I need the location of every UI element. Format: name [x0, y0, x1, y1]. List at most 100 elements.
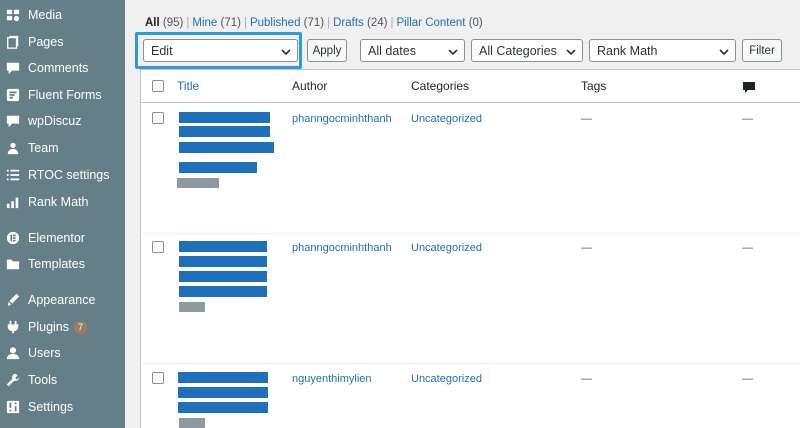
post-title-redacted[interactable]: [178, 372, 268, 383]
post-category-link[interactable]: Uncategorized: [411, 113, 482, 125]
filter-separator: |: [186, 17, 190, 29]
column-categories: Categories: [411, 79, 470, 93]
sidebar-item-label: Users: [28, 346, 61, 360]
appearance-icon: [6, 293, 20, 307]
dates-select[interactable]: All dates: [360, 39, 465, 62]
post-category-link[interactable]: Uncategorized: [411, 242, 482, 254]
team-icon: [6, 141, 20, 155]
chevron-down-icon: [566, 46, 576, 56]
post-author-link[interactable]: phanngocminhthanh: [292, 113, 392, 125]
admin-sidebar: Media Pages Comments Fluent Forms wpDisc…: [0, 0, 125, 428]
select-all-checkbox[interactable]: [152, 80, 164, 92]
sidebar-item-wpdiscuz[interactable]: wpDiscuz: [0, 108, 125, 134]
main-content: All (95) | Mine (71) | Published (71) | Drafts…: [125, 0, 800, 428]
filter-button[interactable]: Filter: [742, 39, 782, 62]
post-comments-empty: —: [742, 242, 753, 254]
sidebar-item-label: Fluent Forms: [28, 88, 102, 102]
post-title-redacted[interactable]: [179, 286, 267, 297]
sidebar-item-label: Comments: [28, 61, 89, 75]
sidebar-item-label: Team: [28, 141, 59, 155]
post-author-link[interactable]: nguyenthimylien: [292, 373, 372, 385]
sidebar-item-elementor[interactable]: Elementor: [0, 225, 125, 251]
post-status-redacted: [179, 418, 205, 428]
sidebar-item-appearance[interactable]: Appearance: [0, 287, 125, 313]
sidebar-item-rank-math[interactable]: Rank Math: [0, 189, 125, 215]
users-icon: [6, 346, 20, 360]
fluent-forms-icon: [6, 88, 20, 102]
post-comments-empty: —: [742, 113, 753, 125]
folder-icon: [6, 257, 20, 271]
sidebar-item-label: Rank Math: [28, 195, 89, 209]
sidebar-item-settings[interactable]: Settings: [0, 394, 125, 420]
filter-label: Pillar Content: [396, 17, 466, 29]
categories-select[interactable]: All Categories: [471, 39, 583, 62]
sidebar-item-label: RTOC settings: [28, 168, 110, 182]
sidebar-item-fluent-forms[interactable]: Fluent Forms: [0, 82, 125, 108]
filter-all[interactable]: All (95): [145, 17, 183, 29]
bulk-action-value: Edit: [151, 43, 173, 58]
wpdiscuz-icon: [6, 114, 20, 128]
filter-label: Mine: [192, 17, 218, 29]
tools-icon: [6, 373, 20, 387]
list-icon: [6, 168, 20, 182]
filter-count: (71): [220, 17, 241, 29]
filter-pillar-content[interactable]: Pillar Content (0): [396, 17, 482, 29]
filter-drafts[interactable]: Drafts (24): [333, 17, 387, 29]
column-author: Author: [292, 79, 328, 93]
post-comments-empty: —: [742, 373, 753, 385]
sidebar-item-tools[interactable]: Tools: [0, 367, 125, 393]
post-title-redacted[interactable]: [179, 256, 267, 267]
post-status-redacted: [177, 178, 219, 188]
post-title-redacted[interactable]: [178, 387, 268, 398]
filter-count: (71): [303, 17, 325, 29]
sidebar-item-label: wpDiscuz: [28, 114, 82, 128]
post-title-redacted[interactable]: [179, 162, 257, 173]
elementor-icon: [6, 231, 20, 245]
chevron-down-icon: [448, 46, 458, 56]
row-checkbox[interactable]: [152, 241, 164, 253]
post-category-link[interactable]: Uncategorized: [411, 373, 482, 385]
sidebar-item-label: Settings: [28, 400, 74, 414]
sidebar-item-users[interactable]: Users: [0, 340, 125, 366]
post-title-redacted[interactable]: [179, 142, 274, 153]
sidebar-item-team[interactable]: Team: [0, 135, 125, 161]
sidebar-item-comments[interactable]: Comments: [0, 55, 125, 81]
filter-count: (24): [367, 17, 388, 29]
sidebar-item-media[interactable]: Media: [0, 2, 125, 28]
filter-separator: |: [390, 17, 394, 29]
post-title-redacted[interactable]: [179, 241, 267, 252]
filter-mine[interactable]: Mine (71): [192, 17, 241, 29]
apply-button[interactable]: Apply: [307, 39, 347, 62]
sidebar-item-templates[interactable]: Templates: [0, 251, 125, 277]
bulk-action-select[interactable]: Edit: [143, 39, 298, 62]
post-tags-empty: —: [581, 113, 592, 125]
column-title[interactable]: Title: [177, 79, 199, 93]
filter-count: (0): [468, 17, 483, 29]
post-title-redacted[interactable]: [179, 271, 267, 282]
posts-table: Title Author Categories Tags phanngocmin…: [140, 69, 800, 428]
rank-math-select[interactable]: Rank Math: [589, 39, 736, 62]
filter-label: Drafts: [333, 17, 364, 29]
post-title-redacted[interactable]: [179, 126, 270, 137]
post-title-redacted[interactable]: [178, 402, 268, 413]
column-tags: Tags: [581, 79, 607, 93]
dates-value: All dates: [368, 43, 416, 58]
sidebar-item-rtoc-settings[interactable]: RTOC settings: [0, 162, 125, 188]
rank-math-value: Rank Math: [597, 43, 658, 58]
filter-separator: |: [243, 17, 247, 29]
row-checkbox[interactable]: [152, 112, 164, 124]
media-icon: [6, 8, 20, 22]
post-author-link[interactable]: phanngocminhthanh: [292, 242, 392, 254]
sidebar-item-pages[interactable]: Pages: [0, 29, 125, 55]
filter-published[interactable]: Published (71): [250, 17, 324, 29]
sidebar-item-label: Media: [28, 8, 63, 22]
post-tags-empty: —: [581, 242, 592, 254]
sidebar-item-plugins[interactable]: Plugins 7: [0, 314, 125, 340]
comment-bubble-icon[interactable]: [743, 81, 755, 93]
chevron-down-icon: [281, 46, 291, 56]
chevron-down-icon: [719, 46, 729, 56]
post-title-redacted[interactable]: [179, 112, 270, 123]
table-row: phanngocminhthanh Uncategorized — —: [141, 103, 800, 233]
post-status-filters: All (95) | Mine (71) | Published (71) | Drafts…: [145, 17, 483, 29]
row-checkbox[interactable]: [152, 372, 164, 384]
